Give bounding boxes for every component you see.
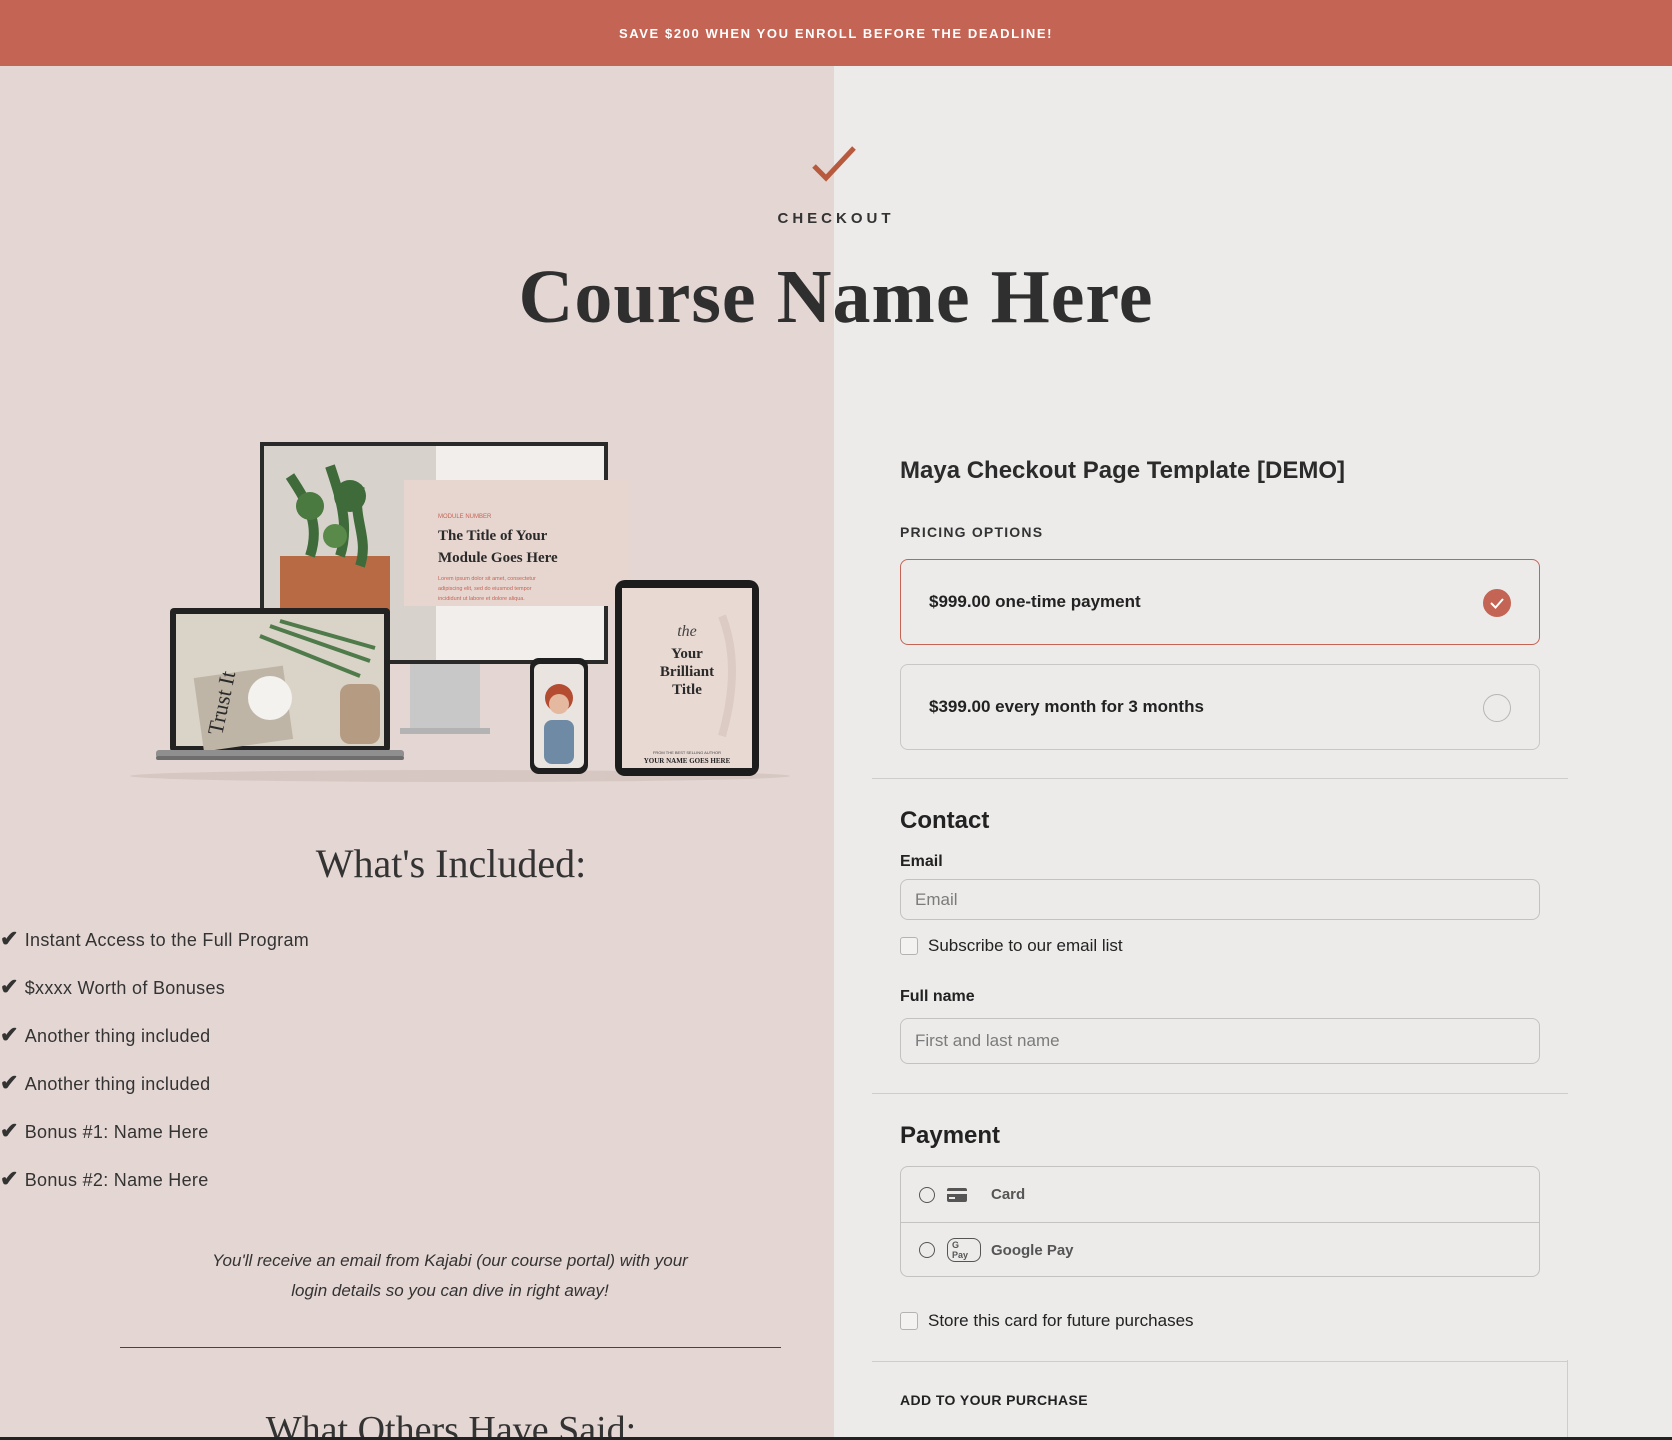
lorem-line-3: incididunt ut labore et dolore aliqua.	[438, 596, 525, 602]
pricing-option-monthly[interactable]: $399.00 every month for 3 months	[900, 664, 1540, 750]
contact-heading: Contact	[900, 807, 990, 834]
laptop-image: Trust It	[156, 608, 404, 760]
credit-card-icon	[947, 1187, 981, 1202]
list-item: ✔ Another thing included	[0, 1022, 902, 1070]
radio-icon[interactable]	[1483, 694, 1511, 722]
checkout-kicker: CHECKOUT	[777, 210, 895, 227]
divider	[872, 1093, 1568, 1094]
check-icon: ✔	[0, 1022, 19, 1047]
payment-methods: Card G Pay Google Pay	[900, 1166, 1540, 1277]
tablet-image: the Your Brilliant Title FROM THE BEST S…	[615, 580, 759, 776]
device-mockup-image: MODULE NUMBER The Title of Your Module G…	[130, 442, 790, 782]
product-title: Maya Checkout Page Template [DEMO]	[900, 457, 1345, 484]
check-icon: ✔	[0, 1070, 19, 1095]
google-pay-badge: G Pay	[947, 1238, 981, 1262]
subscribe-checkbox[interactable]	[900, 937, 918, 955]
store-card-label: Store this card for future purchases	[928, 1311, 1194, 1330]
store-card-checkbox[interactable]	[900, 1312, 918, 1330]
divider	[872, 778, 1568, 779]
page-title: Course Name Here	[518, 255, 1154, 339]
radio-icon[interactable]	[919, 1186, 935, 1203]
pricing-option-label: $399.00 every month for 3 months	[929, 697, 1204, 716]
pricing-options-caption: PRICING OPTIONS	[900, 524, 1044, 540]
payment-method-label: Card	[991, 1186, 1026, 1203]
store-card-checkbox-row[interactable]: Store this card for future purchases	[900, 1311, 1194, 1331]
whats-included-section: What's Included:	[0, 840, 902, 887]
module-title-line-2: Module Goes Here	[438, 550, 558, 566]
portal-note-line-1: You'll receive an email from Kajabi (our…	[212, 1251, 688, 1270]
whats-included-heading: What's Included:	[315, 841, 587, 886]
full-name-label: Full name	[900, 988, 975, 1005]
module-number-text: MODULE NUMBER	[438, 514, 492, 520]
portal-note: You'll receive an email from Kajabi (our…	[190, 1246, 710, 1306]
portal-note-line-2: login details so you can dive in right a…	[291, 1281, 609, 1300]
check-icon: ✔	[0, 1118, 19, 1143]
testimonials-heading: What Others Have Said:	[265, 1409, 637, 1440]
included-item-text: Bonus #2: Name Here	[24, 1170, 209, 1190]
pricing-option-one-time[interactable]: $999.00 one-time payment	[900, 559, 1540, 645]
subscribe-label: Subscribe to our email list	[928, 936, 1123, 955]
tablet-title-line-1: Your	[671, 646, 703, 662]
payment-method-label: Google Pay	[991, 1241, 1074, 1259]
module-title-line-1: The Title of Your	[438, 528, 548, 544]
full-name-field[interactable]	[900, 1018, 1540, 1064]
payment-method-google-pay[interactable]: G Pay Google Pay	[901, 1222, 1539, 1277]
radio-icon[interactable]	[919, 1242, 935, 1258]
hero: CHECKOUT Course Name Here	[0, 66, 1672, 366]
list-item: ✔ Bonus #1: Name Here	[0, 1118, 902, 1166]
list-item: ✔ Instant Access to the Full Program	[0, 926, 902, 974]
phone-image	[530, 658, 588, 774]
payment-method-card[interactable]: Card	[901, 1167, 1539, 1222]
promo-banner-text: SAVE $200 WHEN YOU ENROLL BEFORE THE DEA…	[618, 25, 1054, 41]
email-label: Email	[900, 853, 943, 870]
add-to-purchase-caption: ADD TO YOUR PURCHASE	[900, 1392, 1088, 1408]
tablet-title-line-3: Title	[672, 682, 702, 698]
included-item-text: Another thing included	[24, 1074, 211, 1094]
included-list: ✔ Instant Access to the Full Program ✔ $xx…	[0, 926, 902, 1214]
list-item: ✔ Bonus #2: Name Here	[0, 1166, 902, 1214]
check-icon: ✔	[0, 1166, 19, 1191]
check-icon: ✔	[0, 974, 19, 999]
list-item: ✔ $xxxx Worth of Bonuses	[0, 974, 902, 1022]
tablet-byline: YOUR NAME GOES HERE	[644, 757, 731, 765]
list-item: ✔ Another thing included	[0, 1070, 902, 1118]
included-item-text: Another thing included	[24, 1026, 211, 1046]
tablet-title-line-2: Brilliant	[660, 664, 714, 680]
checkmark-icon	[812, 146, 856, 182]
lorem-line-1: Lorem ipsum dolor sit amet, consectetur	[438, 576, 536, 582]
pricing-option-label: $999.00 one-time payment	[929, 592, 1141, 611]
included-item-text: Bonus #1: Name Here	[24, 1122, 209, 1142]
tablet-byline-small: FROM THE BEST SELLING AUTHOR	[653, 750, 721, 755]
email-field[interactable]	[900, 879, 1540, 920]
selected-check-icon[interactable]	[1483, 589, 1511, 617]
included-item-text: Instant Access to the Full Program	[24, 930, 310, 950]
included-item-text: $xxxx Worth of Bonuses	[24, 978, 226, 998]
payment-heading: Payment	[900, 1122, 1001, 1149]
divider	[120, 1347, 781, 1348]
check-icon: ✔	[0, 926, 19, 951]
tablet-script-text: the	[677, 623, 697, 640]
promo-banner: SAVE $200 WHEN YOU ENROLL BEFORE THE DEA…	[0, 0, 1672, 66]
google-pay-icon: G Pay	[947, 1238, 981, 1262]
subscribe-checkbox-row[interactable]: Subscribe to our email list	[900, 936, 1123, 956]
lorem-line-2: adipiscing elit, sed do eiusmod tempor	[438, 586, 532, 592]
